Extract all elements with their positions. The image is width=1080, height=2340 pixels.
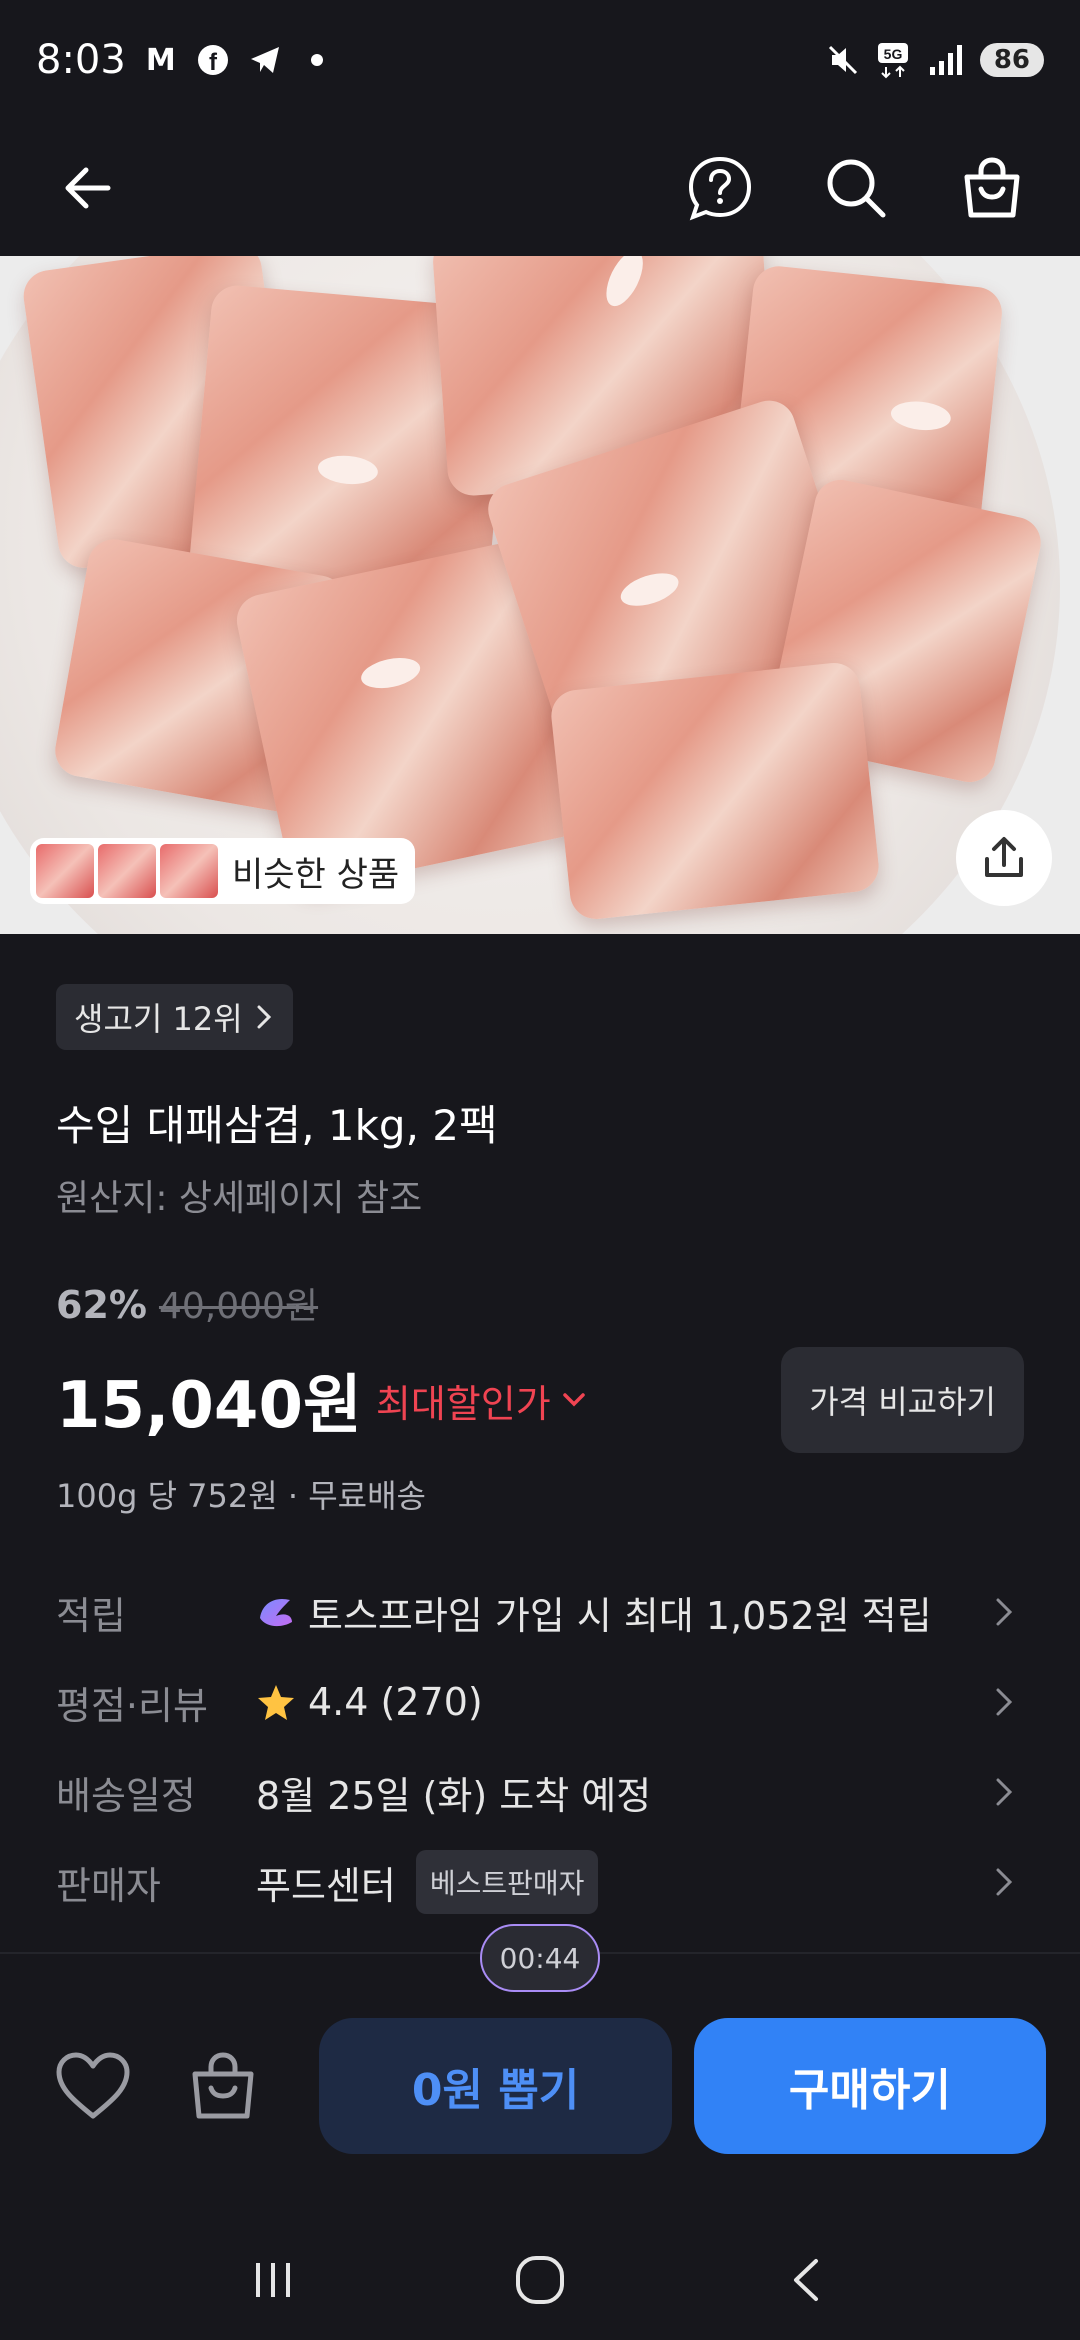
- battery-indicator: 86: [979, 43, 1044, 77]
- lottery-button[interactable]: 0원 뽑기: [319, 2018, 672, 2154]
- mute-icon: [824, 41, 862, 79]
- search-icon[interactable]: [816, 148, 896, 228]
- info-key: 적립: [56, 1593, 126, 1638]
- star-icon: [258, 1685, 294, 1720]
- similar-thumbnail: [160, 844, 218, 898]
- help-icon[interactable]: [680, 148, 760, 228]
- max-discount-dropdown[interactable]: 최대할인가: [376, 1373, 587, 1428]
- telegram-icon: [246, 41, 284, 79]
- facebook-icon: f: [194, 41, 232, 79]
- discount-percent: 62%: [56, 1283, 147, 1327]
- info-row-seller[interactable]: 판매자 푸드센터 베스트판매자: [56, 1837, 1024, 1927]
- max-discount-label: 최대할인가: [375, 1381, 551, 1426]
- back-arrow-icon[interactable]: [48, 148, 128, 228]
- info-key: 배송일정: [56, 1773, 196, 1818]
- status-time: 8:03: [36, 37, 126, 83]
- share-button[interactable]: [956, 810, 1052, 906]
- category-rank-chip[interactable]: 생고기 12위: [56, 984, 293, 1050]
- signal-icon: [928, 41, 966, 79]
- discount-row: 62% 40,000원: [56, 1277, 1024, 1329]
- gmail-icon: M: [145, 42, 176, 78]
- chevron-right-icon: [984, 1772, 1024, 1812]
- similar-thumbnail: [36, 844, 94, 898]
- system-nav-bar: [0, 2220, 1080, 2340]
- rank-chip-label: 생고기 12위: [74, 1000, 243, 1038]
- bottom-action-bar: 0원 뽑기 구매하기: [0, 2016, 1080, 2156]
- status-bar: 8:03 M f 5G 86: [0, 0, 1080, 120]
- price-row: 15,040원 최대할인가 가격 비교하기: [56, 1347, 1024, 1453]
- product-image[interactable]: 비슷한 상품: [0, 256, 1080, 934]
- info-value: 토스프라임 가입 시 최대 1,052원 적립: [308, 1593, 932, 1638]
- info-list: 적립 토스프라임 가입 시 최대 1,052원 적립 평점·리뷰 4.4 (27…: [56, 1567, 1024, 1927]
- buy-button[interactable]: 구매하기: [693, 2018, 1046, 2154]
- sale-price: 15,040원: [56, 1369, 362, 1443]
- info-row-points[interactable]: 적립 토스프라임 가입 시 최대 1,052원 적립: [56, 1567, 1024, 1657]
- best-seller-badge: 베스트판매자: [415, 1850, 599, 1914]
- similar-products-chip[interactable]: 비슷한 상품: [30, 838, 416, 904]
- home-icon[interactable]: [500, 2240, 580, 2320]
- app-bar: [0, 120, 1080, 256]
- info-value: 4.4 (270): [308, 1680, 483, 1724]
- chevron-right-icon: [257, 1005, 271, 1029]
- compare-price-button[interactable]: 가격 비교하기: [781, 1347, 1024, 1453]
- info-key: 평점·리뷰: [56, 1683, 208, 1728]
- share-icon: [985, 837, 1023, 877]
- recent-apps-icon[interactable]: [233, 2240, 313, 2320]
- svg-text:f: f: [209, 49, 218, 76]
- info-value: 푸드센터: [256, 1863, 396, 1908]
- info-row-rating[interactable]: 평점·리뷰 4.4 (270): [56, 1657, 1024, 1747]
- heart-icon[interactable]: [52, 2044, 134, 2128]
- timer-badge: 00:44: [480, 1924, 600, 1992]
- 5g-icon: 5G: [876, 41, 914, 79]
- similar-thumbnail: [98, 844, 156, 898]
- product-info: 생고기 12위 수입 대패삼겹, 1kg, 2팩 원산지: 상세페이지 참조 6…: [56, 984, 1024, 1927]
- shopping-bag-icon[interactable]: [182, 2044, 264, 2128]
- chevron-right-icon: [984, 1682, 1024, 1722]
- shopping-bag-icon[interactable]: [952, 148, 1032, 228]
- chevron-right-icon: [984, 1592, 1024, 1632]
- info-value: 8월 25일 (화) 도착 예정: [256, 1773, 652, 1818]
- unit-price-info: 100g 당 752원 · 무료배송: [56, 1477, 426, 1515]
- similar-products-label: 비슷한 상품: [232, 854, 400, 895]
- back-icon[interactable]: [767, 2240, 847, 2320]
- toss-prime-icon: [260, 1598, 292, 1627]
- chevron-right-icon: [984, 1862, 1024, 1902]
- product-title: 수입 대패삼겹, 1kg, 2팩: [56, 1101, 498, 1150]
- product-origin: 원산지: 상세페이지 참조: [56, 1178, 423, 1219]
- original-price: 40,000원: [158, 1286, 319, 1327]
- info-key: 판매자: [56, 1863, 161, 1908]
- info-row-delivery[interactable]: 배송일정 8월 25일 (화) 도착 예정: [56, 1747, 1024, 1837]
- chevron-down-icon: [562, 1393, 585, 1407]
- dot-icon: [298, 41, 336, 79]
- svg-text:5G: 5G: [883, 46, 902, 62]
